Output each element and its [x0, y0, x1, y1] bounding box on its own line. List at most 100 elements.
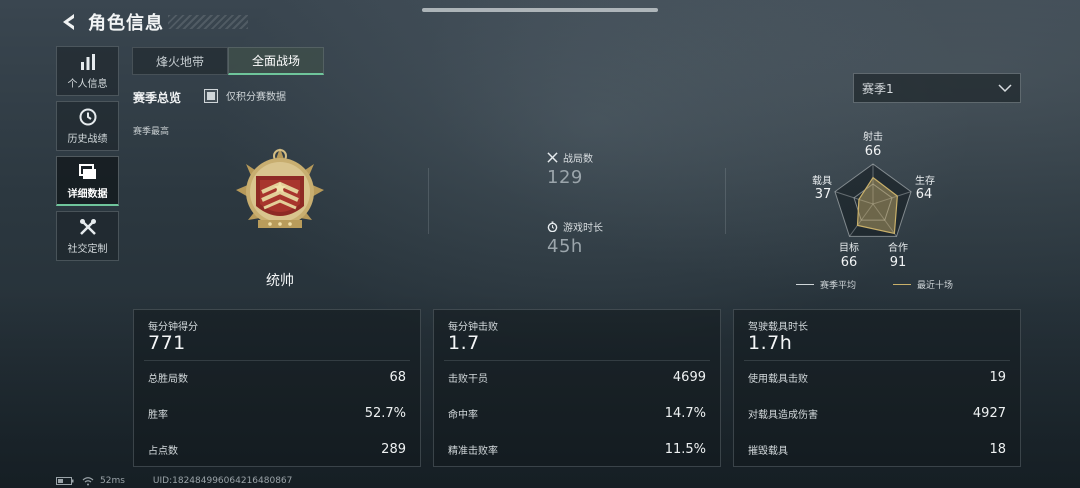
card-row: 占点数 289 [148, 442, 406, 457]
radar-label-shooting: 射击 [863, 132, 883, 143]
battery-icon [56, 477, 74, 485]
card-row: 使用载具击败 19 [748, 370, 1006, 385]
radar-value-objective: 66 [840, 255, 858, 270]
checkbox-label: 仅积分赛数据 [226, 92, 286, 103]
sidebar: 个人信息 历史战绩 详细数据 社交定制 [56, 46, 119, 266]
radar-label-cooperation: 合作 [888, 243, 908, 254]
tab-hazard-zone[interactable]: 烽火地带 [132, 47, 228, 75]
stat-card-score: 每分钟得分 771 总胜局数 68 胜率 52.7% 占点数 289 [133, 309, 421, 467]
row-value: 52.7% [364, 406, 406, 421]
section-title: 赛季总览 [133, 91, 182, 105]
radar-value-survival: 64 [915, 187, 933, 202]
season-dropdown-value: 赛季1 [862, 81, 894, 96]
sidebar-item-history[interactable]: 历史战绩 [56, 101, 119, 151]
page-title: 角色信息 [88, 13, 164, 34]
rank-name: 统帅 [266, 273, 294, 289]
row-value: 4927 [972, 406, 1006, 421]
matches-value: 129 [547, 167, 583, 188]
row-label: 总胜局数 [148, 374, 188, 385]
ping-value: 52ms [100, 476, 125, 486]
ranked-only-checkbox[interactable] [204, 88, 218, 103]
radar-label-vehicle: 载具 [812, 176, 832, 187]
radar-value-shooting: 66 [864, 144, 882, 159]
divider [725, 168, 726, 234]
top-handle-bar [422, 8, 658, 12]
row-label: 使用载具击败 [748, 374, 808, 385]
playtime-value: 45h [547, 236, 583, 257]
card-main-value: 1.7h [748, 332, 793, 354]
sidebar-item-social[interactable]: 社交定制 [56, 211, 119, 261]
radar-value-vehicle: 37 [814, 187, 832, 202]
stat-card-vehicle: 驾驶载具时长 1.7h 使用载具击败 19 对载具造成伤害 4927 摧毁载具 … [733, 309, 1021, 467]
status-footer: 52ms UID:1824849960642164808​67 [56, 476, 292, 486]
history-icon [79, 108, 96, 126]
card-row: 命中率 14.7% [448, 406, 706, 421]
legend-line [893, 284, 911, 285]
sidebar-item-label: 历史战绩 [67, 134, 108, 145]
rank-medal-icon [236, 148, 324, 228]
card-row: 击败干员 4699 [448, 370, 706, 385]
matches-label: 战局数 [563, 154, 593, 165]
sidebar-item-label: 个人信息 [67, 79, 108, 90]
card-main-value: 1.7 [448, 332, 480, 354]
row-label: 对载具造成伤害 [748, 410, 818, 421]
tools-icon [79, 219, 96, 235]
matches-stat: 战局数 129 [547, 150, 593, 188]
card-row: 胜率 52.7% [148, 406, 406, 421]
card-divider [144, 360, 410, 361]
bar-chart-icon [80, 54, 95, 70]
legend-line [796, 284, 814, 285]
card-row: 摧毁载具 18 [748, 442, 1006, 457]
row-value: 68 [389, 370, 406, 385]
row-label: 击败干员 [448, 374, 488, 385]
row-label: 摧毁载具 [748, 446, 788, 457]
card-title: 每分钟击败 [448, 322, 498, 333]
row-value: 4699 [672, 370, 706, 385]
card-title: 驾驶载具时长 [748, 322, 808, 333]
stat-card-kills: 每分钟击败 1.7 击败干员 4699 命中率 14.7% 精准击败率 11.5… [433, 309, 721, 467]
playtime-label: 游戏时长 [563, 223, 603, 234]
checkbox-check [207, 91, 215, 100]
sidebar-item-personal-info[interactable]: 个人信息 [56, 46, 119, 96]
back-arrow-icon[interactable] [58, 11, 80, 33]
title-decoration [168, 15, 248, 29]
season-dropdown[interactable]: 赛季1 [853, 73, 1021, 103]
stopwatch-icon [547, 221, 558, 232]
row-label: 命中率 [448, 410, 478, 421]
crossed-swords-icon [547, 152, 558, 163]
legend-season-average: 赛季平均 [796, 278, 856, 291]
playtime-stat: 游戏时长 45h [547, 219, 603, 257]
row-value: 289 [381, 442, 406, 457]
row-label: 精准击败率 [448, 446, 498, 457]
sidebar-item-label: 社交定制 [67, 244, 108, 255]
wifi-icon [82, 477, 94, 486]
divider [428, 168, 429, 234]
row-value: 18 [989, 442, 1006, 457]
sidebar-item-label: 详细数据 [67, 188, 108, 200]
radar-value-cooperation: 91 [889, 255, 907, 270]
card-title: 每分钟得分 [148, 322, 198, 333]
mode-tabs: 烽火地带 全面战场 [132, 47, 324, 75]
sidebar-item-detailed-data[interactable]: 详细数据 [56, 156, 119, 206]
row-value: 14.7% [664, 406, 706, 421]
folder-icon [78, 163, 96, 179]
ranked-only-toggle[interactable]: 仅积分赛数据 [204, 88, 286, 103]
chevron-down-icon [998, 84, 1012, 93]
row-value: 11.5% [664, 442, 706, 457]
season-best-label: 赛季最高 [133, 127, 170, 137]
row-label: 占点数 [148, 446, 178, 457]
row-label: 胜率 [148, 410, 168, 421]
legend-last-ten: 最近十场 [893, 278, 953, 291]
card-main-value: 771 [148, 332, 186, 354]
card-row: 对载具造成伤害 4927 [748, 406, 1006, 421]
legend-label: 最近十场 [917, 281, 954, 291]
uid-text: UID:1824849960642164808​67 [152, 476, 293, 486]
legend-label: 赛季平均 [820, 281, 857, 291]
radar-label-survival: 生存 [915, 176, 935, 187]
row-value: 19 [989, 370, 1006, 385]
ability-radar-chart: 射击 66 生存 64 合作 91 目标 66 载具 37 [790, 128, 970, 296]
card-divider [444, 360, 710, 361]
tab-full-battlefield[interactable]: 全面战场 [228, 47, 324, 75]
card-row: 总胜局数 68 [148, 370, 406, 385]
page-header: 角色信息 [58, 10, 248, 34]
